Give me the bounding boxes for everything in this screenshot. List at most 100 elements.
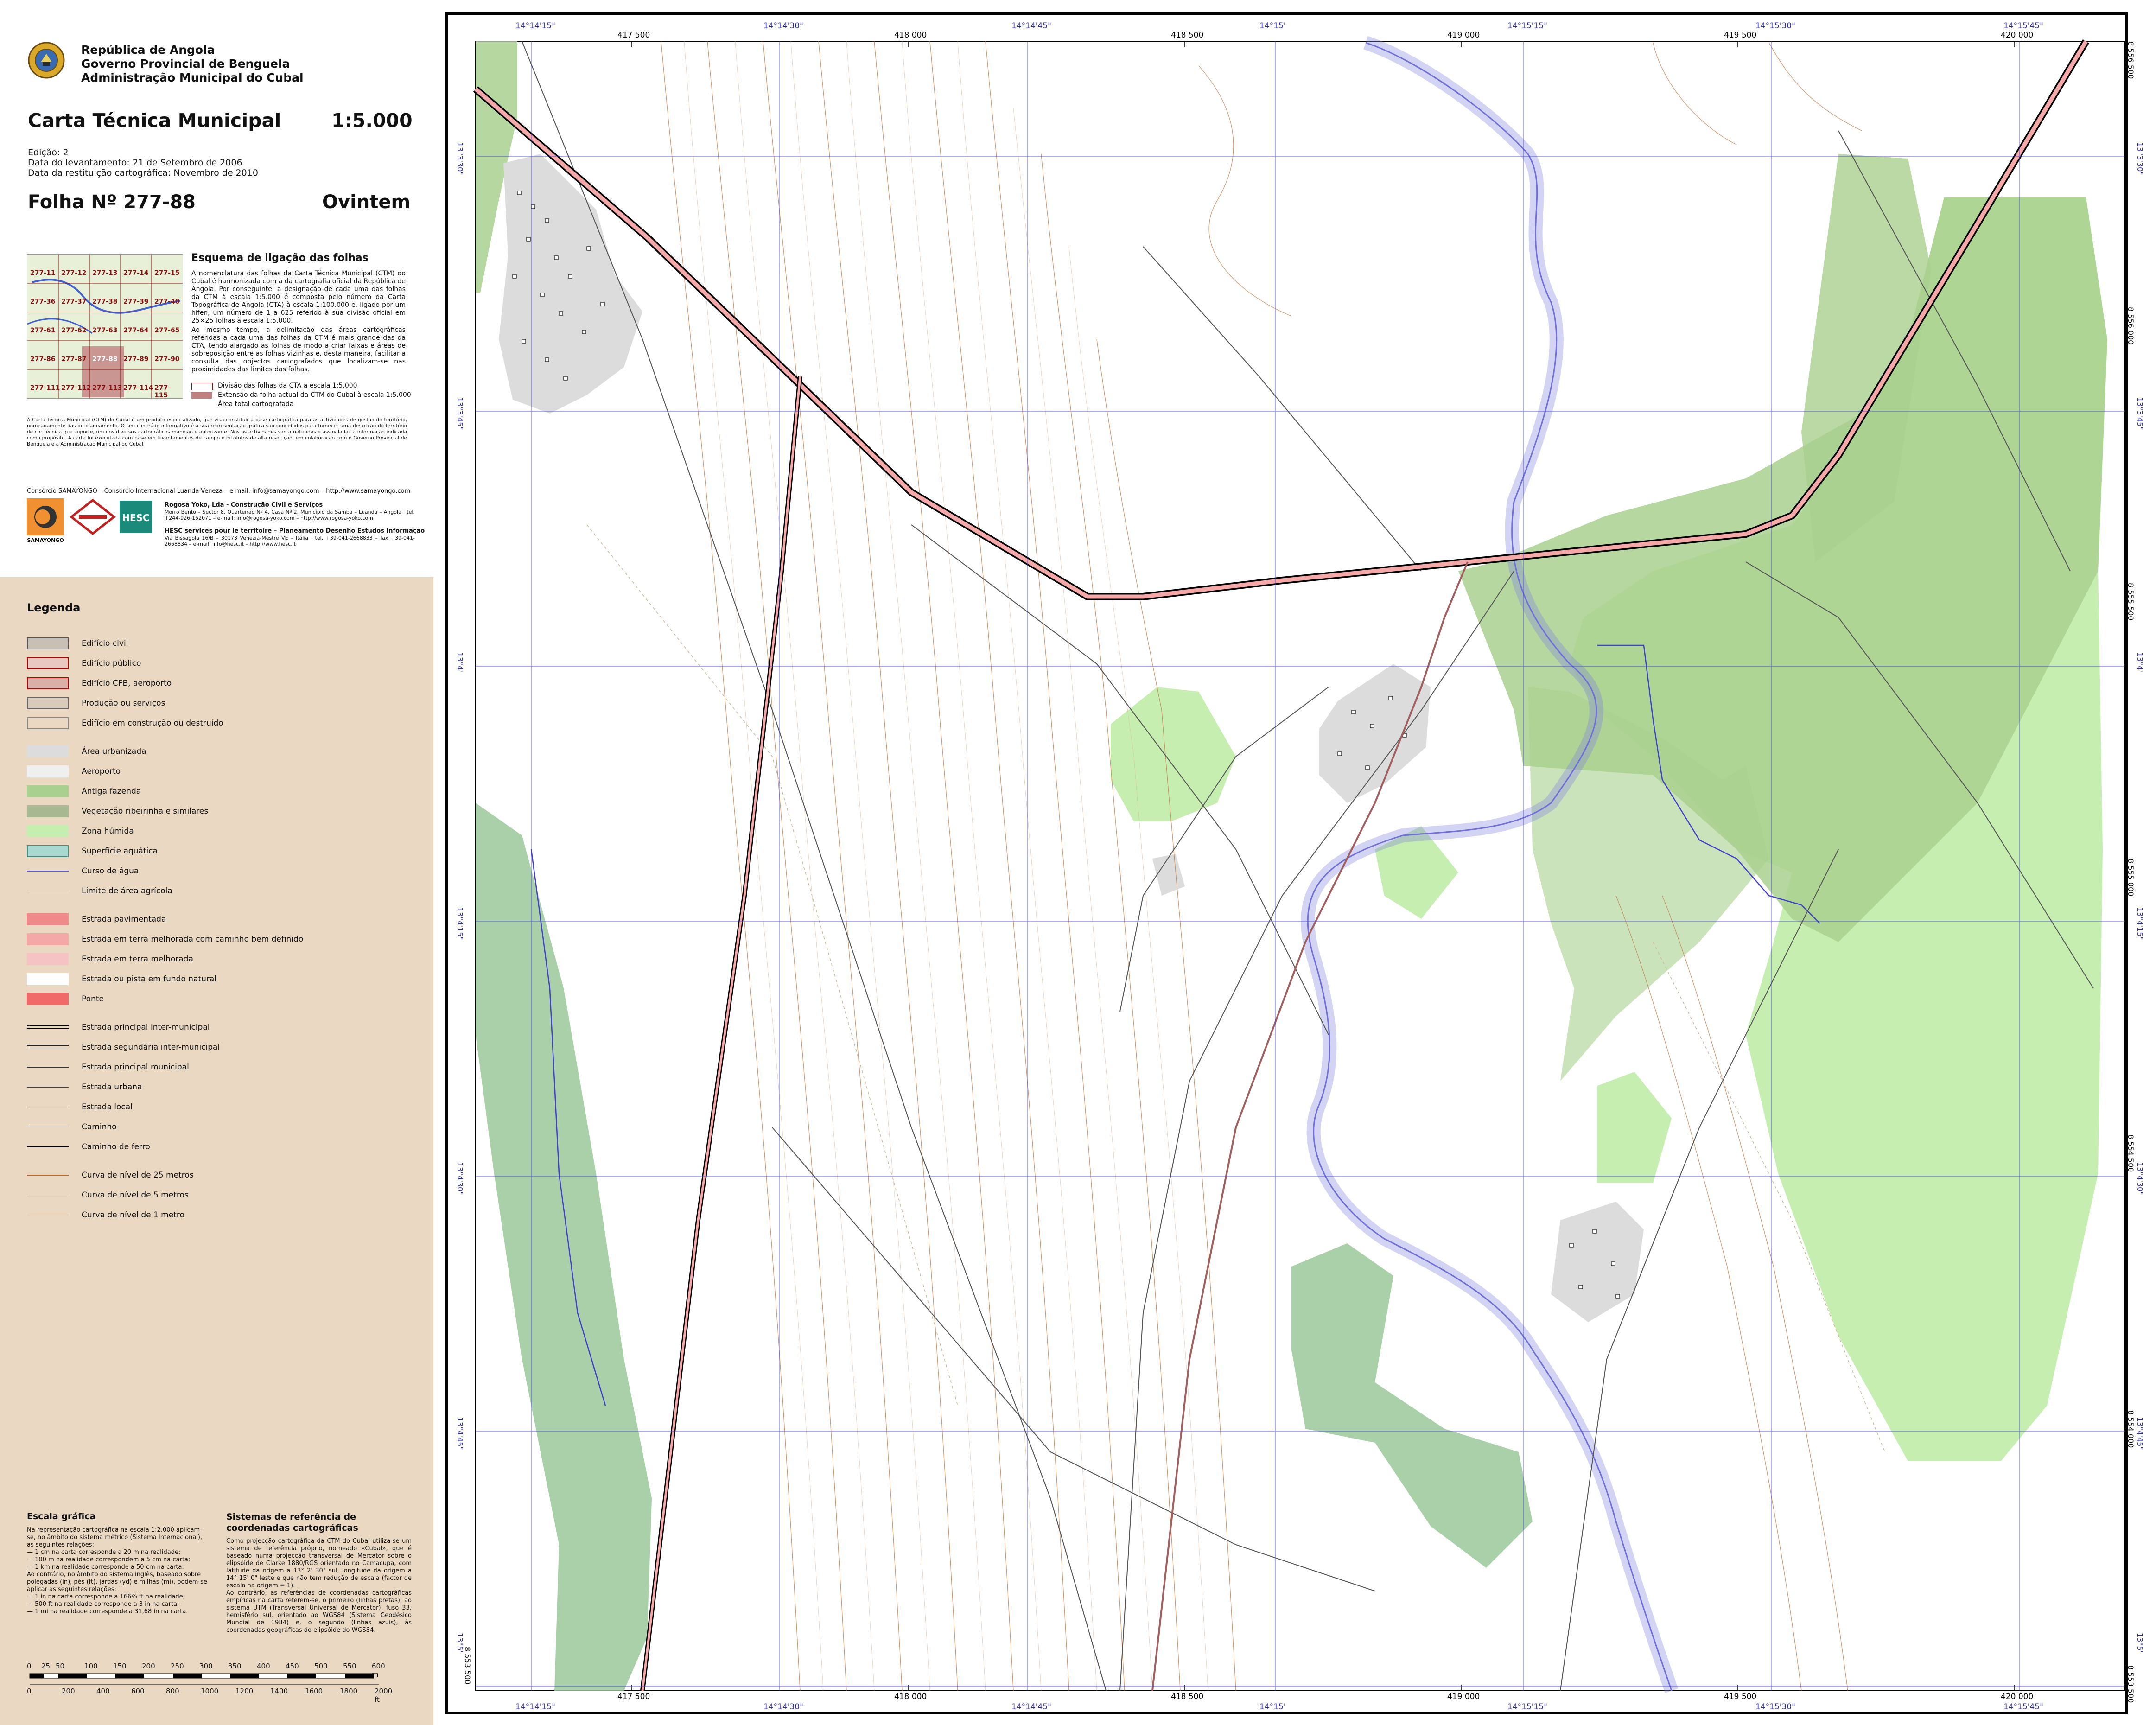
partner-1-detail: Morro Bento – Sector 8, Quarteirão Nº 4,… xyxy=(165,509,415,521)
hesc-logo-icon: HESC xyxy=(120,501,152,533)
right-northing-label: 8 555 500 xyxy=(2126,583,2135,621)
sheet-index-cell: 277-61 xyxy=(30,327,56,334)
legend-label: Estrada ou pista em fundo natural xyxy=(82,974,217,984)
bottom-easting-label: 419 000 xyxy=(1447,1692,1480,1701)
sheet-index-map: 277-11 277-12 277-13 277-14 277-15 277-36 277-… xyxy=(27,254,183,399)
title-block: República de Angola Governo Provincial d… xyxy=(0,0,433,577)
bottom-geo-label: 14°14'45" xyxy=(1011,1702,1051,1712)
legend-label: Curva de nível de 1 metro xyxy=(82,1210,184,1220)
legend-label: Estrada em terra melhorada com caminho b… xyxy=(82,935,304,944)
top-geo-label: 14°15'15" xyxy=(1507,21,1547,31)
angola-emblem-icon xyxy=(28,42,65,79)
legend-swatch xyxy=(27,1087,69,1088)
left-geo-label: 13°4'45" xyxy=(456,1417,464,1450)
sheet-index-description: A nomenclatura das folhas da Carta Técni… xyxy=(191,270,406,325)
legend-label: Vegetação ribeirinha e similares xyxy=(82,807,209,816)
legend-label: Aeroporto xyxy=(82,767,121,776)
scale-bar-ft-label: 1600 xyxy=(305,1687,323,1695)
top-easting-label: 420 000 xyxy=(2001,31,2034,40)
sheet-index-cell: 277-65 xyxy=(154,327,180,334)
sheet-index-title: Esquema de ligação das folhas xyxy=(191,252,369,264)
bottom-easting-label: 420 000 xyxy=(2001,1692,2034,1701)
sheet-index-cell: 277-90 xyxy=(154,356,180,363)
sheet-index-cell: 277-40 xyxy=(154,298,180,306)
bottom-geo-label: 14°15' xyxy=(1259,1702,1286,1712)
legend-label: Curso de água xyxy=(82,866,139,876)
legend-label: Área urbanizada xyxy=(82,747,146,756)
legend-label: Antiga fazenda xyxy=(82,787,141,796)
legend-swatch xyxy=(27,993,69,1005)
top-easting-label: 418 000 xyxy=(894,31,927,40)
legend-swatch xyxy=(27,785,69,797)
survey-date: Data do levantamento: 21 de Setembro de … xyxy=(28,158,242,168)
bottom-easting-label: 419 500 xyxy=(1724,1692,1757,1701)
legend-label: Edifício civil xyxy=(82,639,128,648)
legend-swatch xyxy=(27,825,69,837)
left-geo-label: 13°4'15" xyxy=(456,907,464,940)
svg-text:SAMAYONGO: SAMAYONGO xyxy=(27,537,64,543)
sheet-index-description-2: Ao mesmo tempo, a delimitação das áreas … xyxy=(191,326,406,373)
bottom-easting-label: 418 500 xyxy=(1171,1692,1204,1701)
legend-label: Caminho de ferro xyxy=(82,1142,150,1152)
map-sidebar: República de Angola Governo Provincial d… xyxy=(0,0,433,1725)
bottom-geo-label: 14°14'15" xyxy=(515,1702,555,1712)
top-geo-label: 14°14'30" xyxy=(763,21,803,31)
edition: Edição: 2 xyxy=(28,147,69,158)
legend-swatch xyxy=(27,637,69,649)
sheet-index-cell: 277-87 xyxy=(61,356,87,363)
scale-bar-m-label: 0 xyxy=(27,1662,32,1670)
legend-label: Estrada principal municipal xyxy=(82,1063,189,1072)
right-geo-label: 13°4'45" xyxy=(2136,1417,2144,1450)
sheet-index-cell: 277-64 xyxy=(123,327,149,334)
bottom-geo-label: 14°15'45" xyxy=(2003,1702,2043,1712)
sheet-index-cell: 277-86 xyxy=(30,356,56,363)
legend-label: Estrada segundária inter-municipal xyxy=(82,1043,220,1052)
place-name: Ovintem xyxy=(322,191,411,213)
left-geo-label: 13°4' xyxy=(456,652,464,672)
legend-label: Estrada urbana xyxy=(82,1082,142,1092)
scale-bar-m-label: 200 xyxy=(142,1662,155,1670)
top-geo-label: 14°14'15" xyxy=(515,21,555,31)
map-frame[interactable]: 417 500 417 500 418 000 418 000 418 500 418 5… xyxy=(445,12,2144,1714)
scale-bar-ft-label: 1400 xyxy=(270,1687,288,1695)
legend-swatch xyxy=(27,697,69,709)
top-easting-label: 419 500 xyxy=(1724,31,1757,40)
sheet-index-cell: 277-37 xyxy=(61,298,87,306)
rogosa-logo-icon xyxy=(70,498,116,535)
scale-bar-ft-label: 2000 ft xyxy=(375,1687,393,1704)
right-geo-label: 13°4'15" xyxy=(2136,907,2144,940)
legend-swatch xyxy=(27,933,69,945)
legend-swatch xyxy=(27,913,69,925)
legend-swatch xyxy=(27,953,69,965)
sheet-index-cell: 277-11 xyxy=(30,269,56,277)
right-geo-label: 13°3'30" xyxy=(2136,142,2144,175)
escala-title: Escala gráfica xyxy=(27,1511,96,1521)
map-scale: 1:5.000 xyxy=(331,109,413,132)
right-geo-label: 13°4'30" xyxy=(2136,1162,2144,1195)
scale-bar-ft-label: 600 xyxy=(131,1687,145,1695)
legend-swatch xyxy=(27,657,69,669)
bottom-geo-label: 14°15'15" xyxy=(1507,1702,1547,1712)
legend-swatch xyxy=(27,845,69,857)
scale-bar-m-label: 100 xyxy=(84,1662,98,1670)
legend-label: Estrada em terra melhorada xyxy=(82,955,193,964)
restitution-date: Data da restituição cartográfica: Novemb… xyxy=(28,168,258,178)
sheet-index-cell: 277-62 xyxy=(61,327,87,334)
scale-bar-m-label: 350 xyxy=(228,1662,242,1670)
top-easting-label: 418 500 xyxy=(1171,31,1204,40)
map-canvas[interactable] xyxy=(448,15,2125,1712)
top-geo-label: 14°15'45" xyxy=(2003,21,2043,31)
sistemas-title: Sistemas de referência de coordenadas ca… xyxy=(226,1512,358,1533)
scale-bar-ft-label: 400 xyxy=(96,1687,110,1695)
top-geo-label: 14°14'45" xyxy=(1011,21,1051,31)
right-northing-label: 8 555 000 xyxy=(2126,859,2135,897)
legend-swatch xyxy=(27,745,69,757)
sheet-index-cell: 277-15 xyxy=(154,269,180,277)
legend-swatch xyxy=(27,1146,69,1147)
scale-bar-m-label: 550 xyxy=(343,1662,356,1670)
scale-bar-m-label: 50 xyxy=(56,1662,65,1670)
scale-bar-ft-label: 0 xyxy=(27,1687,32,1695)
samayongo-logo-icon: SAMAYONGO xyxy=(27,498,64,543)
scale-bar-ft-label: 1800 xyxy=(340,1687,358,1695)
scale-bar-m-label: 25 xyxy=(41,1662,51,1670)
